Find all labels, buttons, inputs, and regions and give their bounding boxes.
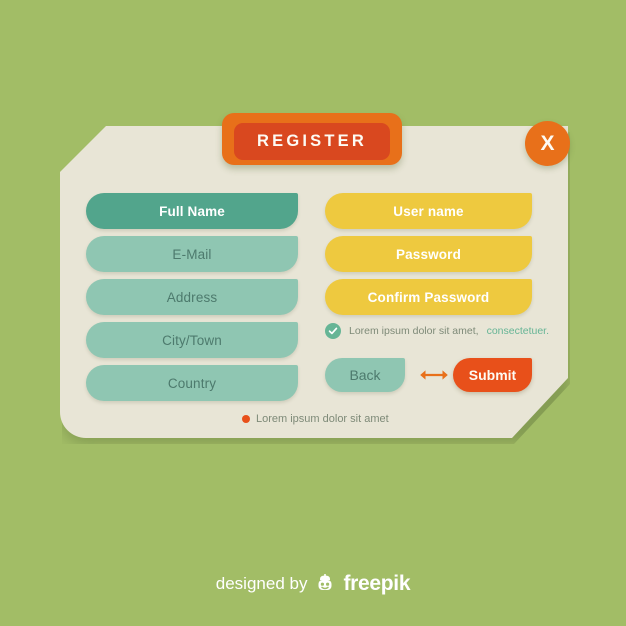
page-title: REGISTER — [257, 132, 367, 150]
credit-brand: freepik — [343, 572, 411, 595]
card-content: Full Name E-Mail Address City/Town Count… — [60, 126, 568, 438]
terms-text: Lorem ipsum dolor sit amet, — [349, 325, 479, 337]
footnote-text: Lorem ipsum dolor sit amet — [256, 413, 389, 425]
field-label-full-name: Full Name — [159, 203, 225, 219]
submit-button[interactable]: Submit — [453, 358, 532, 392]
field-confirm-password[interactable]: Confirm Password — [325, 279, 532, 315]
field-city-town[interactable]: City/Town — [86, 322, 298, 358]
bullet-dot-icon — [242, 415, 250, 423]
field-address[interactable]: Address — [86, 279, 298, 315]
form-column-left: Full Name E-Mail Address City/Town Count… — [86, 193, 298, 408]
field-label-confirm-password: Confirm Password — [367, 289, 490, 305]
field-label-country: Country — [167, 375, 217, 391]
check-icon[interactable] — [325, 323, 341, 339]
form-actions: Back Submit — [325, 358, 532, 392]
field-country[interactable]: Country — [86, 365, 298, 401]
field-user-name[interactable]: User name — [325, 193, 532, 229]
register-card: Full Name E-Mail Address City/Town Count… — [60, 126, 570, 444]
form-column-right: User name Password Confirm Password — [325, 193, 532, 322]
terms-link[interactable]: consectetuer. — [487, 325, 549, 337]
field-label-city-town: City/Town — [162, 332, 222, 348]
footnote: Lorem ipsum dolor sit amet — [242, 413, 389, 425]
field-email[interactable]: E-Mail — [86, 236, 298, 272]
register-tab-inner: REGISTER — [234, 123, 390, 160]
field-label-address: Address — [166, 289, 218, 305]
terms-row: Lorem ipsum dolor sit amet, consectetuer… — [325, 323, 549, 339]
close-button-label: X — [540, 132, 555, 155]
close-icon[interactable]: X — [525, 121, 570, 166]
field-label-password: Password — [396, 246, 461, 262]
field-label-email: E-Mail — [172, 246, 212, 262]
double-arrow-icon — [418, 367, 450, 383]
back-button-label: Back — [349, 367, 381, 383]
field-label-user-name: User name — [393, 203, 464, 219]
freepik-logo-icon — [314, 574, 336, 594]
submit-button-label: Submit — [468, 367, 517, 383]
credit-designed-by: designed by — [215, 574, 308, 593]
freepik-credit: designed by freepik — [0, 572, 626, 596]
field-full-name[interactable]: Full Name — [86, 193, 298, 229]
back-button[interactable]: Back — [325, 358, 405, 392]
field-password[interactable]: Password — [325, 236, 532, 272]
register-tab[interactable]: REGISTER — [222, 113, 402, 165]
